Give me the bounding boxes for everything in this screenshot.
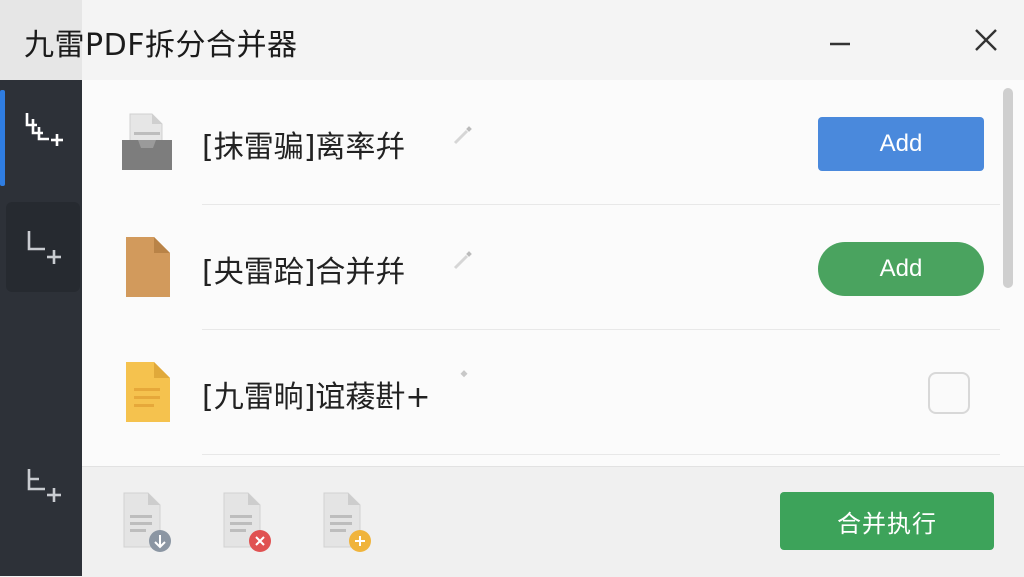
edit-icon[interactable] — [452, 124, 474, 146]
split-add-icon — [25, 113, 63, 146]
sidebar-item-merge[interactable] — [6, 202, 80, 292]
scrollbar[interactable] — [1000, 88, 1014, 458]
file-name: [九雷晌]谊薐卙+ — [202, 380, 431, 415]
close-icon — [975, 29, 997, 51]
window-title: 九雷PDF拆分合并器 — [24, 28, 298, 63]
merge-execute-button[interactable]: 合并执行 — [780, 492, 994, 550]
footer-toolbar: 合并执行 — [82, 466, 1024, 577]
merge-add-icon — [27, 231, 61, 264]
sidebar — [0, 80, 82, 576]
list-item: [九雷晌]谊薐卙+ — [82, 330, 1000, 455]
list-item: [抹雷骗]离率幷 Add — [82, 80, 1000, 205]
delete-file-icon[interactable] — [218, 491, 274, 555]
select-checkbox[interactable] — [928, 372, 970, 414]
brown-file-icon — [126, 237, 170, 297]
file-name: [央雷跲]合并幷 — [202, 255, 406, 290]
download-file-icon[interactable] — [118, 491, 174, 555]
inbox-file-icon — [122, 113, 172, 170]
close-button[interactable] — [966, 22, 1006, 58]
file-name: [抹雷骗]离率幷 — [202, 130, 406, 165]
minimize-icon — [830, 42, 850, 46]
row-divider — [202, 454, 1000, 455]
title-bar: 九雷PDF拆分合并器 — [0, 0, 1024, 81]
edit-icon[interactable] — [452, 249, 474, 271]
add-button[interactable]: Add — [818, 117, 984, 171]
sidebar-item-split-bottom[interactable] — [6, 440, 80, 530]
sidebar-item-split[interactable] — [0, 84, 80, 186]
file-list: [抹雷骗]离率幷 Add [央雷跲]合并幷 Add [九雷晌]谊薐卙+ — [82, 80, 1024, 466]
list-item: [央雷跲]合并幷 Add — [82, 205, 1000, 330]
edit-icon[interactable] — [454, 368, 476, 390]
scrollbar-thumb[interactable] — [1003, 88, 1013, 288]
add-button[interactable]: Add — [818, 242, 984, 296]
split-add-icon — [27, 469, 61, 502]
add-file-icon[interactable] — [318, 491, 374, 555]
minimize-button[interactable] — [820, 22, 860, 58]
yellow-doc-icon — [126, 362, 170, 422]
